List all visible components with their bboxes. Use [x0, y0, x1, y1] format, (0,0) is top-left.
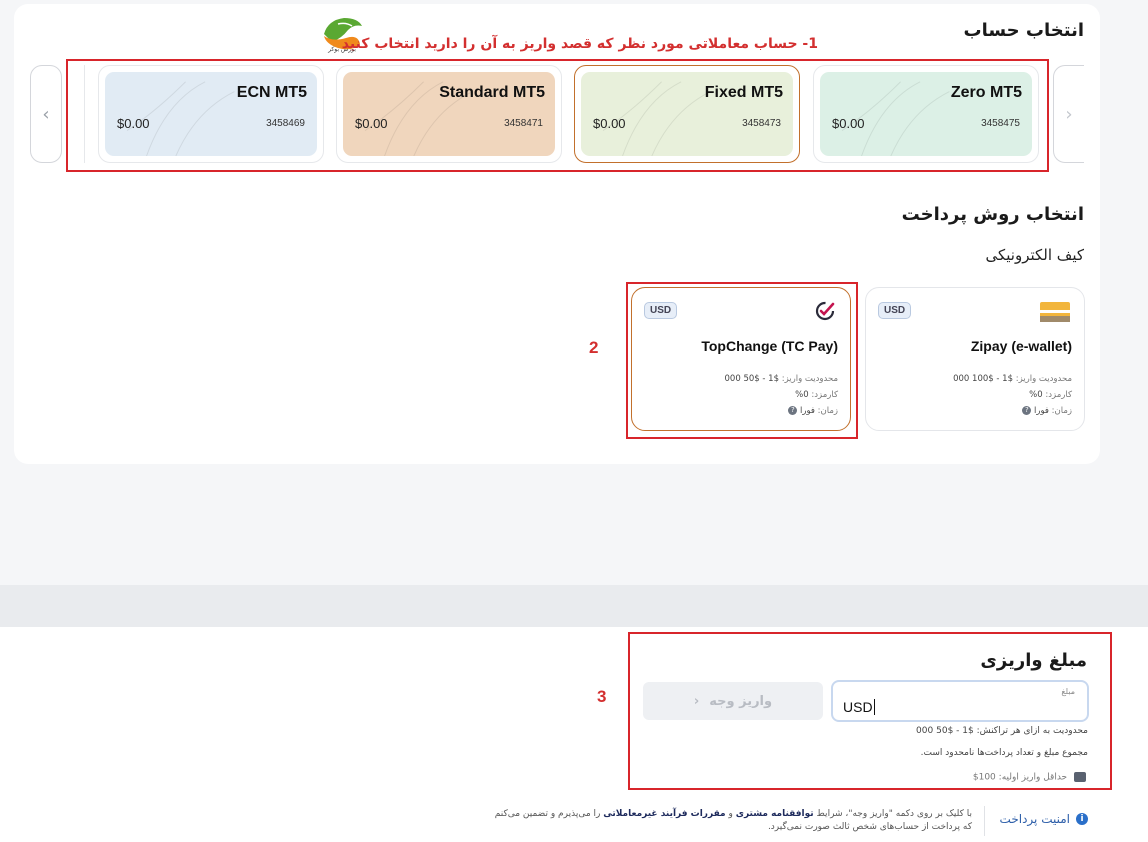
- payment-method-name: Zipay (e-wallet): [970, 338, 1072, 354]
- account-section-title: انتخاب حساب: [963, 20, 1085, 41]
- annotation-number-3: 3: [597, 687, 607, 706]
- chevron-right-icon: ›: [1065, 103, 1073, 125]
- carousel-next-button[interactable]: ›: [1053, 65, 1084, 163]
- deposit-button-label: واریز وجه: [709, 693, 773, 709]
- account-card-body: ECN MT5 $0.00 3458469: [105, 72, 317, 156]
- amount-input[interactable]: مبلغ USD: [831, 680, 1089, 722]
- account-card[interactable]: Zero MT5 $0.00 3458475: [813, 65, 1039, 163]
- annotation-number-2: 2: [589, 338, 599, 357]
- account-balance: $0.00: [117, 116, 150, 131]
- payment-method-topchange[interactable]: USD TopChange (TC Pay) محدودیت واریز: $1…: [631, 287, 851, 431]
- info-icon: i: [1076, 813, 1088, 825]
- payment-security-link[interactable]: i امنیت پرداخت: [1000, 812, 1088, 826]
- account-name: ECN MT5: [236, 84, 307, 101]
- non-trading-rules-link[interactable]: مقررات فرآیند غیرمعاملاتی: [603, 809, 725, 819]
- account-number: 3458471: [504, 118, 543, 129]
- account-card[interactable]: Fixed MT5 $0.00 3458473: [574, 65, 800, 163]
- chevron-left-icon: ‹: [42, 103, 50, 125]
- payment-limit: محدودیت واریز: $1 - $100 000: [953, 374, 1072, 384]
- unlimited-text: مجموع مبلغ و تعداد پرداخت‌ها نامحدود است…: [920, 748, 1088, 758]
- payment-time: زمان: فورا ?: [788, 406, 838, 416]
- amount-input-label: مبلغ: [1061, 687, 1075, 696]
- payment-method-zipay[interactable]: USD Zipay (e-wallet) محدودیت واریز: $1 -…: [865, 287, 1085, 431]
- footer-terms: با کلیک بر روی دکمه "واریز وجه"، شرایط ت…: [494, 809, 972, 832]
- wallet-icon: [1074, 772, 1086, 782]
- payment-limit: محدودیت واریز: $1 - $50 000: [724, 374, 839, 384]
- section-divider-band: [0, 585, 1148, 627]
- carousel-hidden-edge: [80, 65, 85, 163]
- account-number: 3458473: [742, 118, 781, 129]
- account-name: Fixed MT5: [704, 84, 783, 101]
- zipay-wallet-icon: [1040, 300, 1070, 324]
- payment-section-title: انتخاب روش پرداخت: [901, 204, 1084, 225]
- account-balance: $0.00: [832, 116, 865, 131]
- account-name: Zero MT5: [950, 84, 1022, 101]
- footer-divider: [984, 806, 985, 836]
- account-number: 3458469: [266, 118, 305, 129]
- carousel-prev-button[interactable]: ‹: [30, 65, 62, 163]
- payment-method-name: TopChange (TC Pay): [701, 338, 838, 354]
- chevron-left-icon: ‹: [693, 693, 700, 709]
- customer-agreement-link[interactable]: توافقنامه مشتری: [736, 809, 814, 819]
- amount-section-title: مبلغ واریزی: [980, 650, 1087, 671]
- payment-category: کیف الکترونیکی: [985, 246, 1084, 264]
- min-deposit-text: حداقل واریز اولیه: 100$: [972, 772, 1068, 783]
- account-card-body: Standard MT5 $0.00 3458471: [343, 72, 555, 156]
- help-icon[interactable]: ?: [788, 406, 798, 415]
- payment-time: زمان: فورا ?: [1022, 406, 1072, 416]
- currency-badge: USD: [644, 302, 678, 319]
- account-balance: $0.00: [593, 116, 626, 131]
- account-balance: $0.00: [355, 116, 388, 131]
- help-icon[interactable]: ?: [1022, 406, 1032, 415]
- payment-fee: کارمزد: 0%: [1029, 390, 1072, 400]
- account-card-body: Fixed MT5 $0.00 3458473: [581, 72, 793, 156]
- amount-currency: USD: [843, 699, 875, 715]
- topchange-check-icon: [814, 300, 836, 322]
- currency-badge: USD: [878, 302, 912, 319]
- deposit-button[interactable]: واریز وجه ‹: [643, 682, 823, 720]
- account-card[interactable]: ECN MT5 $0.00 3458469: [98, 65, 324, 163]
- payment-security-label: امنیت پرداخت: [999, 812, 1070, 826]
- account-number: 3458475: [981, 118, 1020, 129]
- account-card-body: Zero MT5 $0.00 3458475: [820, 72, 1032, 156]
- account-name: Standard MT5: [439, 84, 545, 101]
- transaction-limit-text: محدودیت به ازای هر تراکنش: $1 - $50 000: [916, 726, 1088, 736]
- account-annotation: 1- حساب معاملاتی مورد نظر که قصد واریز ب…: [341, 36, 818, 52]
- min-deposit-row: حداقل واریز اولیه: 100$: [973, 772, 1086, 783]
- account-card[interactable]: Standard MT5 $0.00 3458471: [336, 65, 562, 163]
- payment-fee: کارمزد: 0%: [795, 390, 838, 400]
